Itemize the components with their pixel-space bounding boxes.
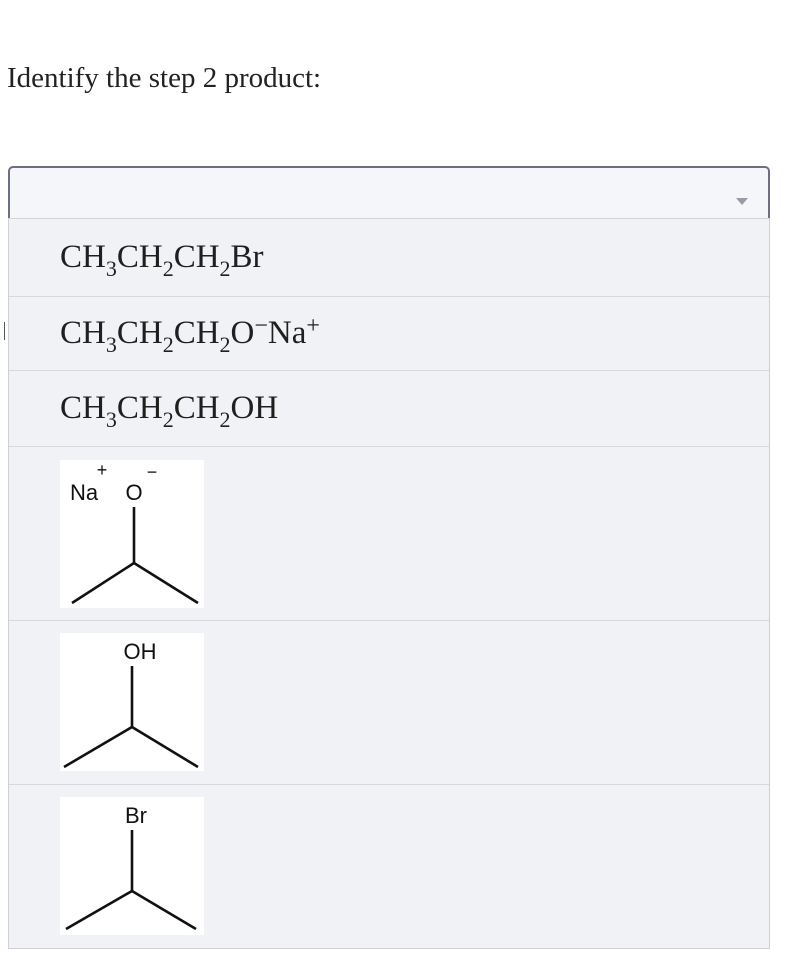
- svg-text:Br: Br: [125, 803, 147, 828]
- option-3-propanol[interactable]: CH3CH2CH2OH: [9, 370, 769, 446]
- svg-text:O: O: [125, 480, 142, 505]
- dropdown-options-list: CH3CH2CH2Br CH3CH2CH2O−Na+ CH3CH2CH2OH +…: [8, 218, 770, 949]
- svg-text:Na: Na: [70, 480, 99, 505]
- formula-text: CH3CH2CH2OH: [60, 390, 279, 432]
- caret-down-icon[interactable]: [736, 198, 748, 205]
- dropdown-select-box[interactable]: [8, 166, 770, 218]
- stray-mark: [4, 322, 5, 340]
- formula-text: CH3CH2CH2O−Na+: [60, 313, 320, 357]
- option-1-propyl-bromide[interactable]: CH3CH2CH2Br: [9, 219, 769, 296]
- molecule-structure-image: + Na − O: [60, 460, 204, 608]
- svg-text:+: +: [97, 460, 108, 480]
- option-4-sodium-isopropoxide[interactable]: + Na − O: [9, 446, 769, 620]
- formula-text: CH3CH2CH2Br: [60, 239, 264, 281]
- molecule-structure-image: Br: [60, 797, 204, 935]
- answer-dropdown[interactable]: CH3CH2CH2Br CH3CH2CH2O−Na+ CH3CH2CH2OH +…: [8, 166, 770, 949]
- molecule-structure-image: OH: [60, 633, 204, 771]
- svg-text:OH: OH: [124, 639, 157, 664]
- option-2-sodium-propoxide[interactable]: CH3CH2CH2O−Na+: [9, 296, 769, 370]
- option-6-isopropyl-bromide[interactable]: Br: [9, 784, 769, 948]
- option-5-isopropanol[interactable]: OH: [9, 620, 769, 784]
- question-prompt: Identify the step 2 product:: [7, 62, 322, 94]
- svg-text:−: −: [147, 462, 158, 482]
